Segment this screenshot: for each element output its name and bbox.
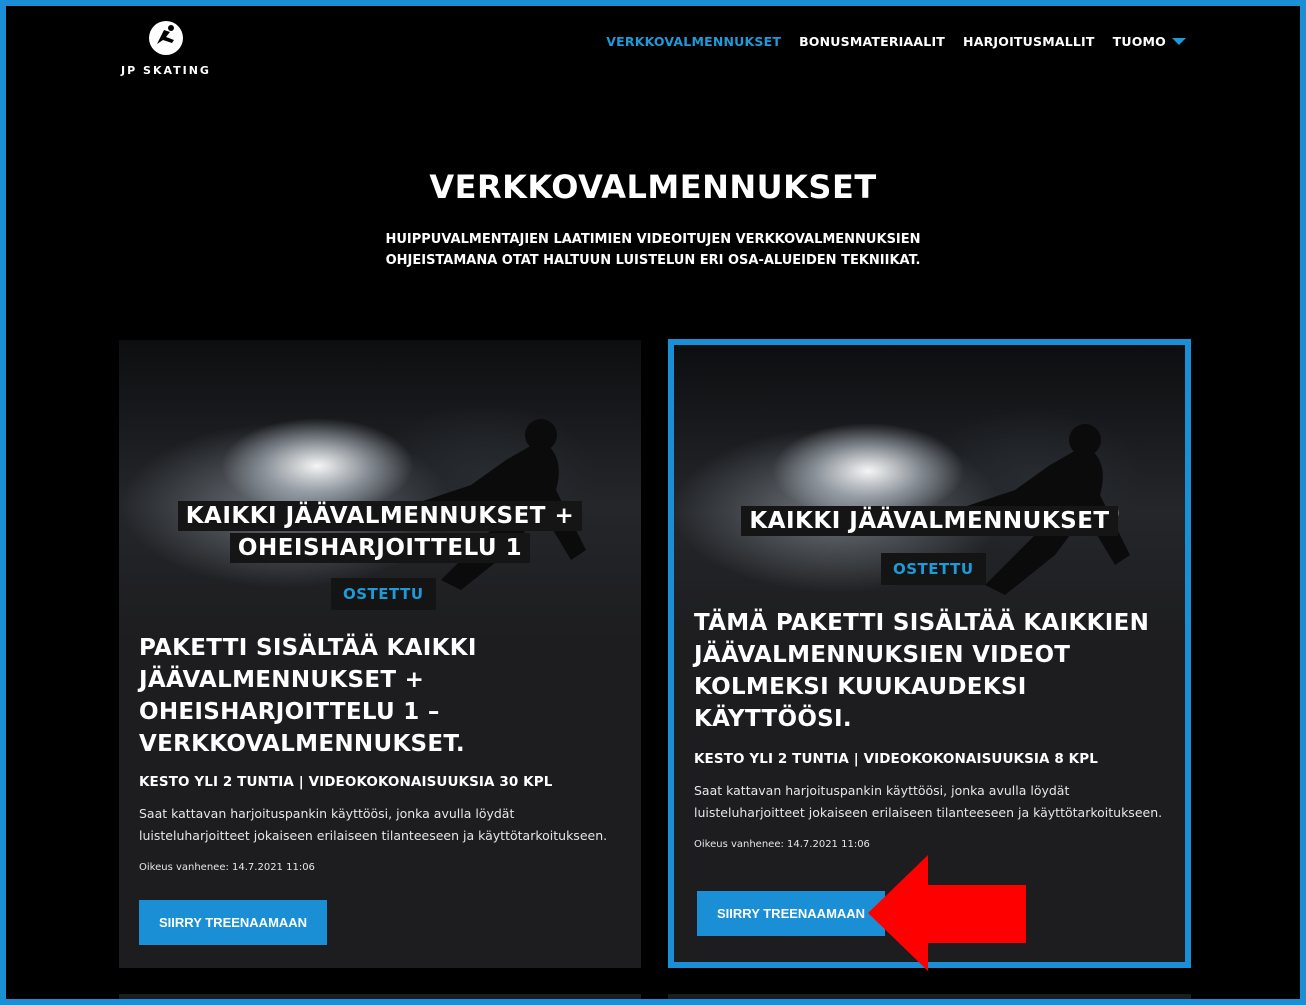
subtitle-line-2: OHJEISTAMANA OTAT HALTUUN LUISTELUN ERI …	[385, 253, 921, 268]
page-title: VERKKOVALMENNUKSET	[429, 168, 877, 206]
brand-name: JP SKATING	[121, 64, 211, 77]
expiry-date: Oikeus vanhenee: 14.7.2021 11:06	[694, 839, 870, 850]
caret-down-icon	[1172, 38, 1186, 45]
card-heading: PAKETTI SISÄLTÄÄ KAIKKI JÄÄVALMENNUKSET …	[139, 635, 477, 757]
status-badge: OSTETTU	[331, 578, 436, 610]
card-description: Saat kattavan harjoituspankin käyttöösi,…	[694, 783, 1163, 820]
jp-skating-logo[interactable]: JP SKATING	[118, 20, 214, 77]
user-name: TUOMO	[1112, 34, 1166, 49]
nav-item-verkkovalmennukset[interactable]: VERKKOVALMENNUKSET	[606, 34, 781, 49]
start-training-button[interactable]: SIIRRY TREENAAMAAN	[697, 891, 886, 936]
card-description: Saat kattavan harjoituspankin käyttöösi,…	[139, 806, 608, 843]
skater-logo-icon	[149, 21, 183, 55]
expiry-date: Oikeus vanhenee: 14.7.2021 11:06	[139, 862, 315, 873]
card-hero-image	[674, 345, 1185, 645]
card-title-line-2: OHEISHARJOITTELU 1	[229, 533, 531, 563]
nav-item-bonusmateriaalit[interactable]: BONUSMATERIAALIT	[799, 34, 945, 49]
start-training-button[interactable]: SIIRRY TREENAAMAAN	[139, 900, 328, 945]
user-menu[interactable]: TUOMO	[1113, 34, 1186, 49]
card-heading: TÄMÄ PAKETTI SISÄLTÄÄ KAIKKIEN JÄÄVALMEN…	[694, 610, 1150, 732]
main-nav: VERKKOVALMENNUKSET BONUSMATERIAALIT HARJ…	[606, 34, 1186, 49]
card-title: KAIKKI JÄÄVALMENNUKSET + OHEISHARJOITTEL…	[119, 500, 641, 564]
status-badge: OSTETTU	[881, 553, 986, 585]
card-title-line-1: KAIKKI JÄÄVALMENNUKSET	[741, 506, 1118, 536]
card-meta: KESTO YLI 2 TUNTIA | VIDEOKOKONAISUUKSIA…	[139, 774, 553, 790]
red-arrow-icon	[868, 855, 1026, 971]
nav-item-harjoitusmallit[interactable]: HARJOITUSMALLIT	[963, 34, 1095, 49]
course-card: KAIKKI JÄÄVALMENNUKSET + OHEISHARJOITTEL…	[119, 340, 641, 968]
card-title-line-1: KAIKKI JÄÄVALMENNUKSET +	[177, 501, 583, 531]
page-subtitle: HUIPPUVALMENTAJIEN LAATIMIEN VIDEOITUJEN…	[0, 229, 1306, 271]
card-meta: KESTO YLI 2 TUNTIA | VIDEOKOKONAISUUKSIA…	[694, 751, 1098, 767]
subtitle-line-1: HUIPPUVALMENTAJIEN LAATIMIEN VIDEOITUJEN…	[385, 232, 921, 247]
next-card-peek	[119, 994, 641, 1005]
next-card-peek	[668, 994, 1191, 1005]
card-title: KAIKKI JÄÄVALMENNUKSET	[674, 505, 1185, 537]
